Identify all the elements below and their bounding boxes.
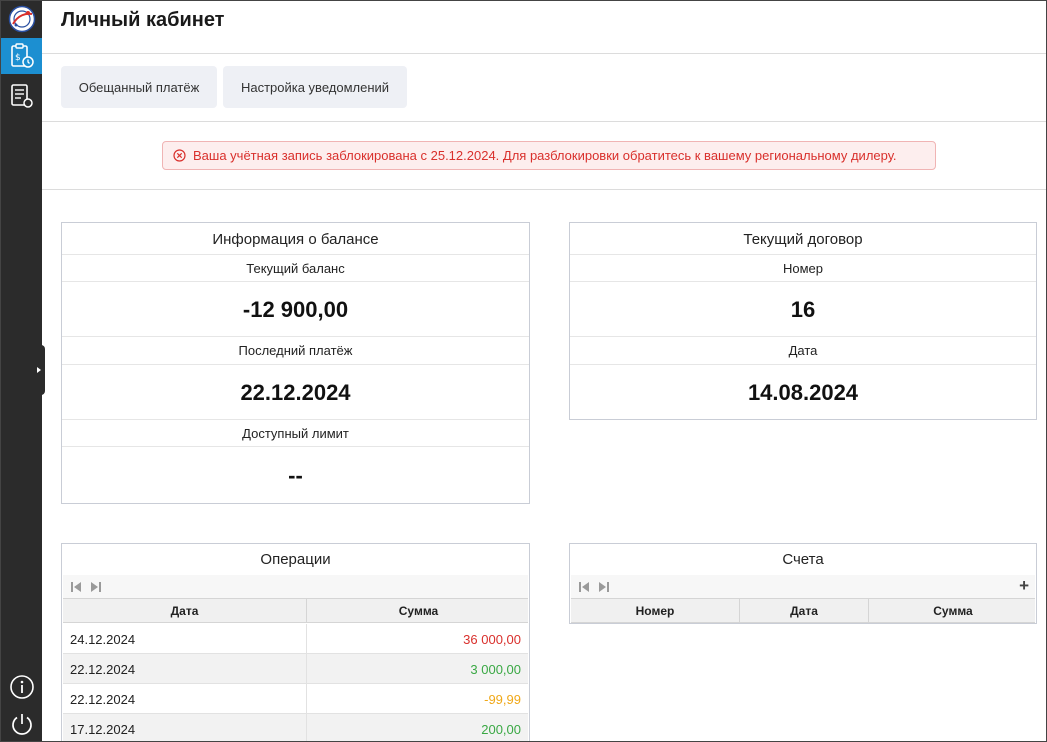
- main-content: Личный кабинет Обещанный платёж Настройк…: [42, 1, 1046, 741]
- last-payment-label: Последний платёж: [238, 343, 353, 358]
- svg-text:$: $: [15, 53, 21, 63]
- operations-panel: Операции Дата Сумма 24.12.2024 36 000,00…: [61, 543, 530, 741]
- contract-date-value: 14.08.2024: [747, 380, 859, 405]
- invoices-header: Номер Дата Сумма: [571, 598, 1035, 623]
- row-sum: 3 000,00: [470, 661, 521, 677]
- balance-panel: Информация о балансе Текущий баланс -12 …: [61, 222, 530, 504]
- row-date: 17.12.2024: [70, 721, 136, 737]
- divider: [42, 189, 1046, 190]
- next-page-icon[interactable]: [598, 581, 610, 593]
- blocked-alert: Ваша учётная запись заблокирована с 25.1…: [162, 141, 936, 170]
- page-title: Личный кабинет: [61, 9, 225, 31]
- cell-divider: [306, 714, 307, 741]
- row-divider: [570, 281, 1036, 282]
- add-invoice-button[interactable]: +: [1019, 576, 1029, 596]
- cell-divider: [306, 654, 307, 684]
- table-row[interactable]: 24.12.2024 36 000,00: [63, 624, 528, 654]
- contract-date-label: Дата: [788, 343, 818, 358]
- logout-button[interactable]: [1, 706, 42, 741]
- divider: [42, 121, 1046, 122]
- next-page-icon[interactable]: [90, 581, 102, 593]
- sidebar-item-documents[interactable]: [1, 78, 42, 114]
- first-page-icon[interactable]: [70, 581, 82, 593]
- available-limit-label: Доступный лимит: [242, 426, 349, 441]
- column-header-date[interactable]: Дата: [739, 599, 868, 622]
- balance-title: Информация о балансе: [212, 231, 379, 248]
- table-row[interactable]: 22.12.2024 -99,99: [63, 684, 528, 714]
- invoices-title: Счета: [782, 551, 824, 568]
- row-divider: [570, 364, 1036, 365]
- current-balance-value: -12 900,00: [242, 297, 349, 322]
- available-limit-value: --: [288, 463, 303, 488]
- caret-right-icon: [36, 367, 41, 373]
- sidebar-item-payments[interactable]: $: [1, 38, 42, 74]
- last-payment-value: 22.12.2024: [240, 380, 351, 405]
- contract-number-value: 16: [790, 297, 816, 322]
- row-divider: [62, 419, 529, 420]
- row-sum: -99,99: [484, 691, 521, 707]
- info-icon: [9, 675, 34, 699]
- notification-settings-button[interactable]: Настройка уведомлений: [223, 66, 407, 108]
- row-date: 22.12.2024: [70, 661, 136, 677]
- row-divider: [62, 281, 529, 282]
- row-divider: [62, 336, 529, 337]
- app-window: $ Личный кабинет Обещанный платёж Настро…: [0, 0, 1047, 742]
- info-button[interactable]: [1, 669, 42, 705]
- row-divider: [570, 336, 1036, 337]
- divider: [42, 53, 1046, 54]
- operations-toolbar: [63, 575, 528, 599]
- column-header-sum[interactable]: Сумма: [868, 599, 1037, 622]
- contract-title: Текущий договор: [743, 231, 863, 248]
- promised-payment-button[interactable]: Обещанный платёж: [61, 66, 217, 108]
- document-list-icon: [10, 84, 33, 108]
- operations-title: Операции: [260, 551, 331, 568]
- logo-icon[interactable]: [1, 1, 42, 37]
- row-divider: [570, 254, 1036, 255]
- first-page-icon[interactable]: [578, 581, 590, 593]
- invoices-panel: Счета + Номер Дата Сумма: [569, 543, 1037, 624]
- cell-divider: [306, 624, 307, 654]
- alert-text: Ваша учётная запись заблокирована с 25.1…: [193, 148, 897, 163]
- row-sum: 36 000,00: [463, 631, 521, 647]
- cell-divider: [306, 684, 307, 714]
- column-header-date[interactable]: Дата: [63, 599, 306, 622]
- clipboard-dollar-icon: $: [10, 43, 34, 68]
- row-date: 24.12.2024: [70, 631, 136, 647]
- current-balance-label: Текущий баланс: [246, 261, 345, 276]
- table-row[interactable]: 22.12.2024 3 000,00: [63, 654, 528, 684]
- row-sum: 200,00: [481, 721, 521, 737]
- contract-number-label: Номер: [782, 261, 823, 276]
- column-header-number[interactable]: Номер: [571, 599, 739, 622]
- operations-header: Дата Сумма: [63, 598, 528, 623]
- invoices-toolbar: +: [571, 575, 1035, 599]
- row-divider: [62, 446, 529, 447]
- row-date: 22.12.2024: [70, 691, 136, 707]
- table-row[interactable]: 17.12.2024 200,00: [63, 714, 528, 741]
- contract-panel: Текущий договор Номер 16 Дата 14.08.2024: [569, 222, 1037, 420]
- row-divider: [62, 364, 529, 365]
- row-divider: [62, 254, 529, 255]
- error-circle-icon: [173, 149, 186, 162]
- column-header-sum[interactable]: Сумма: [306, 599, 530, 622]
- power-icon: [11, 714, 32, 735]
